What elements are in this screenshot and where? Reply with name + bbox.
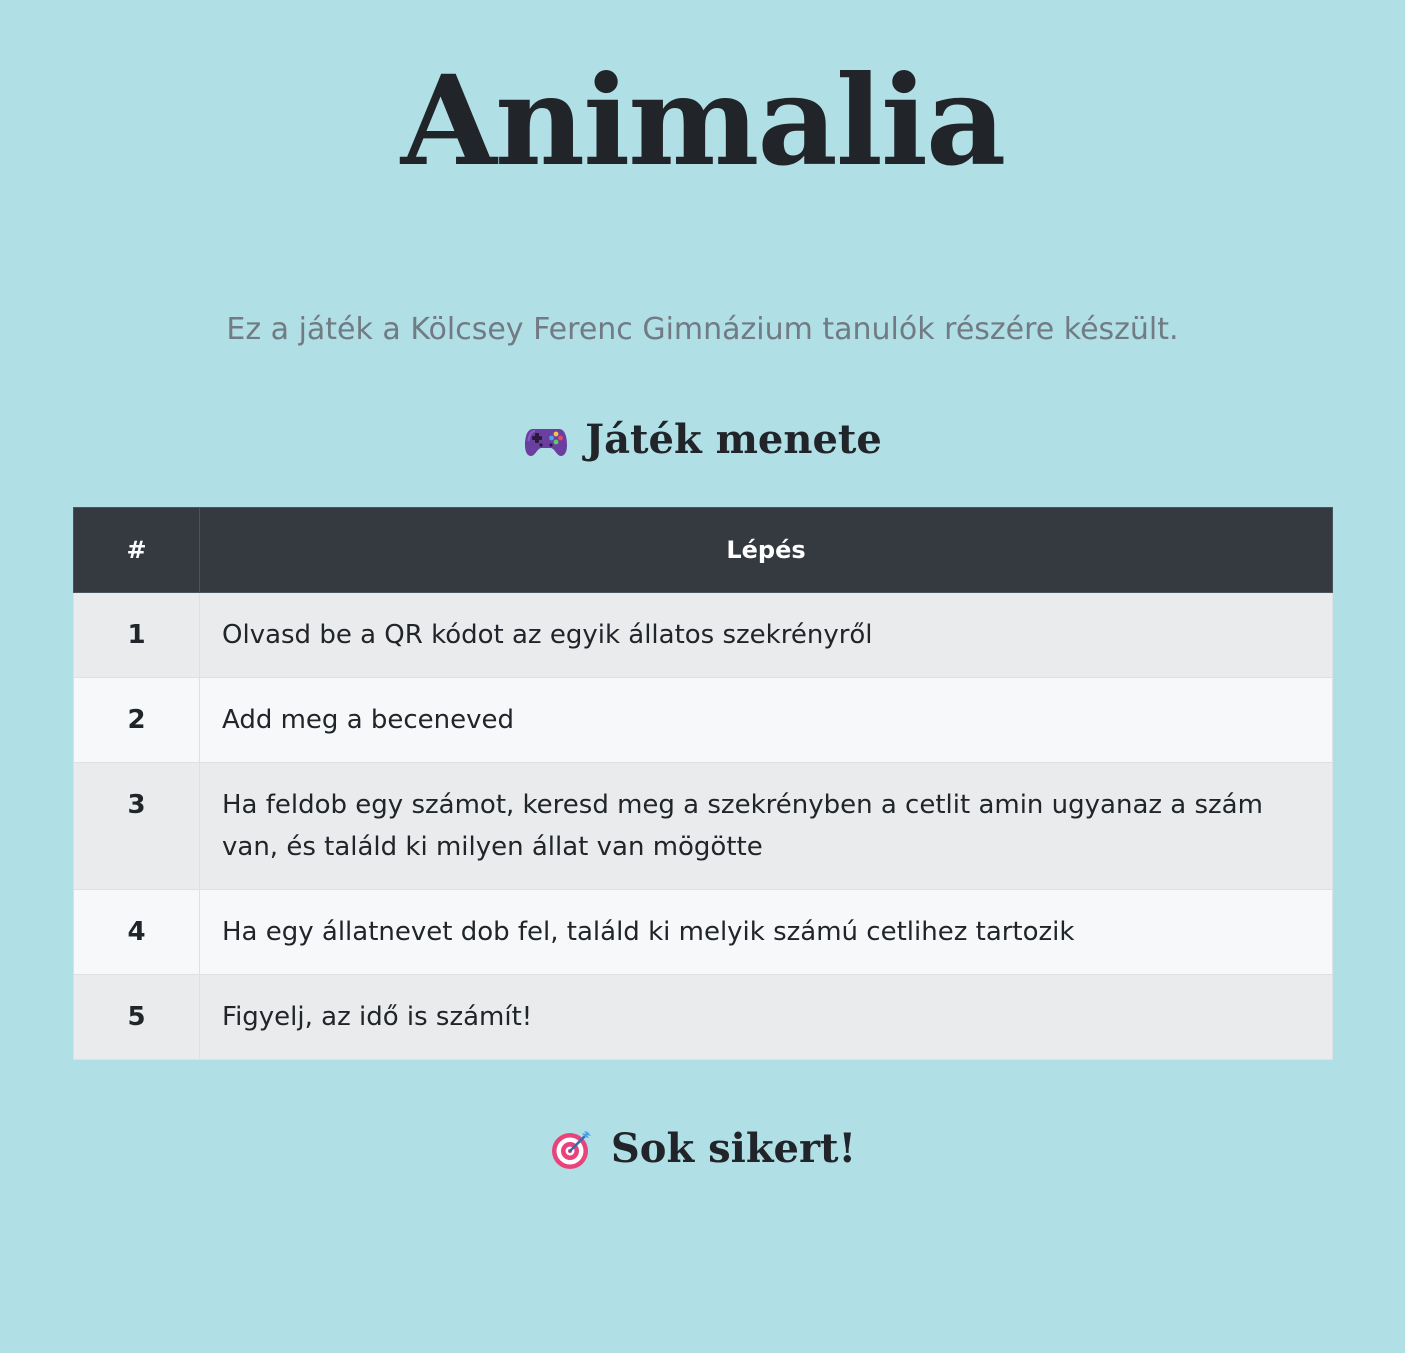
step-number: 5 [73,974,200,1060]
page-title: Animalia [400,49,1007,194]
table-header-row: # Lépés [73,507,1333,593]
step-number: 3 [73,762,200,890]
step-text: Ha egy állatnevet dob fel, találd ki mel… [199,889,1333,975]
step-text: Figyelj, az idő is számít! [199,974,1333,1060]
step-text: Ha feldob egy számot, keresd meg a szekr… [199,762,1333,890]
table-row: 3 Ha feldob egy számot, keresd meg a sze… [73,762,1333,890]
table-row: 1 Olvasd be a QR kódot az egyik állatos … [73,592,1333,678]
step-number: 1 [73,592,200,678]
goodluck-heading-label: Sok sikert! [610,1125,857,1172]
goodluck-heading: Sok sikert! [0,1121,1405,1177]
step-number: 4 [73,889,200,975]
steps-heading: Játék menete [0,412,1405,468]
page: Animalia Ez a játék a Kölcsey Ferenc Gim… [0,0,1405,1353]
table-row: 5 Figyelj, az idő is számít! [73,974,1333,1060]
table-row: 2 Add meg a beceneved [73,677,1333,763]
step-text: Olvasd be a QR kódot az egyik állatos sz… [199,592,1333,678]
bullseye-dart-icon [549,1126,595,1172]
step-text: Add meg a beceneved [199,677,1333,763]
game-controller-icon [523,417,569,463]
column-header-number: # [73,507,200,593]
lead-text: Ez a játék a Kölcsey Ferenc Gimnázium ta… [226,312,1179,347]
step-number: 2 [73,677,200,763]
steps-heading-label: Játék menete [585,416,882,463]
column-header-step: Lépés [199,507,1333,593]
table-row: 4 Ha egy állatnevet dob fel, találd ki m… [73,889,1333,975]
steps-table: # Lépés 1 Olvasd be a QR kódot az egyik … [73,507,1333,1060]
